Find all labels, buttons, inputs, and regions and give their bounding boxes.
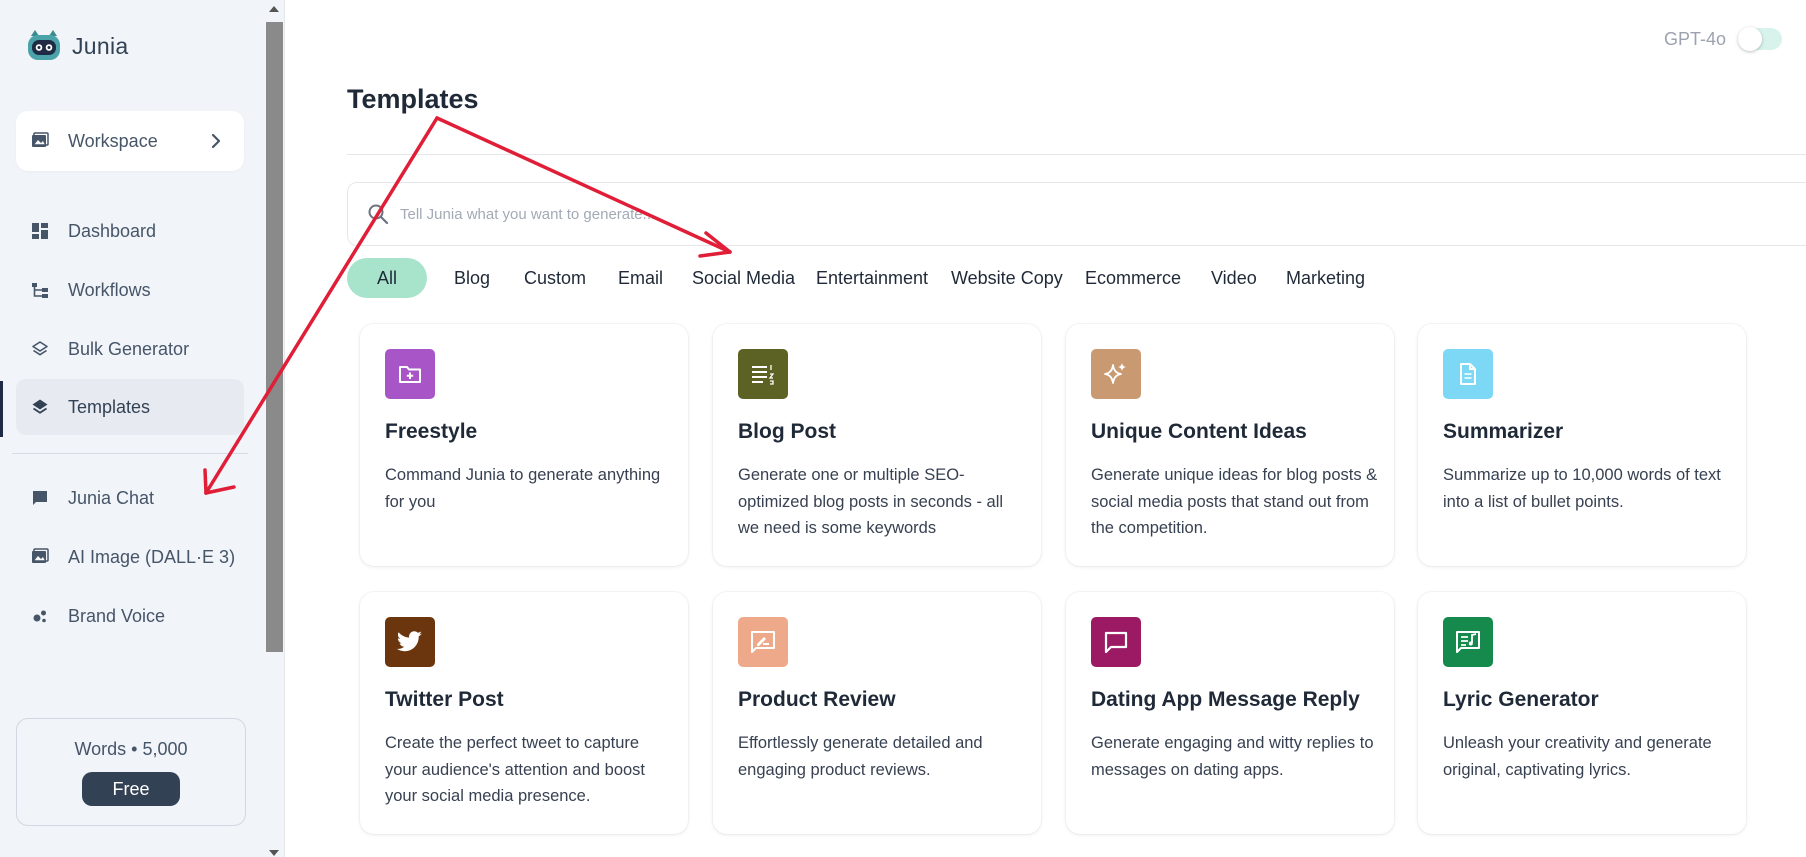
- card-description: Unleash your creativity and generate ori…: [1443, 734, 1712, 779]
- workflows-icon: [30, 280, 50, 300]
- card-description: Create the perfect tweet to capture your…: [385, 734, 646, 805]
- card-title: Dating App Message Reply: [1091, 688, 1360, 711]
- tab-website-copy[interactable]: Website Copy: [951, 258, 1063, 298]
- card-description: Generate one or multiple SEO-optimized b…: [738, 466, 1004, 537]
- word-count: Words • 5,000: [74, 739, 188, 759]
- junia-logo-icon: [28, 30, 60, 60]
- page-title: Templates: [347, 84, 479, 114]
- template-card-dating-app-message-reply[interactable]: Dating App Message Reply Generate engagi…: [1066, 592, 1394, 834]
- template-card-unique-content-ideas[interactable]: Unique Content Ideas Generate unique ide…: [1066, 324, 1394, 566]
- scroll-up-icon[interactable]: [269, 6, 279, 12]
- sidebar-divider: [12, 453, 248, 454]
- sidebar-item-junia-chat[interactable]: Junia Chat: [16, 470, 244, 526]
- card-title: Freestyle: [385, 420, 478, 443]
- image-icon: [30, 547, 50, 567]
- layers-icon: [30, 339, 50, 359]
- card-description: Effortlessly generate detailed and engag…: [738, 734, 983, 779]
- template-card-summarizer[interactable]: Summarizer Summarize up to 10,000 words …: [1418, 324, 1746, 566]
- logo[interactable]: Junia: [24, 28, 128, 64]
- tab-ecommerce[interactable]: Ecommerce: [1085, 258, 1181, 298]
- sidebar-item-label: AI Image (DALL·E 3): [68, 546, 236, 567]
- message-icon: [1091, 617, 1141, 667]
- twitter-icon: [385, 617, 435, 667]
- dashboard-icon: [30, 221, 50, 241]
- card-title: Blog Post: [738, 420, 836, 443]
- folder-plus-icon: [385, 349, 435, 399]
- tab-blog[interactable]: Blog: [454, 258, 490, 298]
- sidebar: Junia Workspace Dashboard Workflows Bulk…: [0, 0, 266, 857]
- plan-badge[interactable]: Free: [82, 772, 180, 806]
- sidebar-item-bulk-generator[interactable]: Bulk Generator: [16, 321, 244, 377]
- template-card-blog-post[interactable]: Blog Post Generate one or multiple SEO-o…: [713, 324, 1041, 566]
- card-title: Unique Content Ideas: [1091, 420, 1307, 443]
- card-title: Summarizer: [1443, 420, 1564, 443]
- card-title: Twitter Post: [385, 688, 504, 711]
- tab-marketing[interactable]: Marketing: [1286, 258, 1365, 298]
- template-card-product-review[interactable]: Product Review Effortlessly generate det…: [713, 592, 1041, 834]
- card-description: Summarize up to 10,000 words of text int…: [1443, 466, 1721, 511]
- card-description: Generate unique ideas for blog posts & s…: [1091, 466, 1378, 537]
- list-numbered-icon: [738, 349, 788, 399]
- sparkles-icon: [1091, 349, 1141, 399]
- toggle-knob: [1738, 27, 1763, 51]
- document-icon: [1443, 349, 1493, 399]
- title-divider: [347, 154, 1806, 155]
- tab-social-media[interactable]: Social Media: [692, 258, 795, 298]
- card-title: Lyric Generator: [1443, 688, 1599, 711]
- layers-filled-icon: [30, 397, 50, 417]
- template-card-lyric-generator[interactable]: Lyric Generator Unleash your creativity …: [1418, 592, 1746, 834]
- template-card-twitter-post[interactable]: Twitter Post Create the perfect tweet to…: [360, 592, 688, 834]
- model-toggle[interactable]: GPT-4o: [1664, 27, 1783, 51]
- search-input[interactable]: [398, 204, 1302, 224]
- sidebar-item-workflows[interactable]: Workflows: [16, 262, 244, 318]
- workspace-label: Workspace: [68, 130, 158, 151]
- usage-card: Words • 5,000 Free: [16, 718, 246, 826]
- image-icon: [30, 131, 50, 151]
- lyrics-icon: [1443, 617, 1493, 667]
- tab-email[interactable]: Email: [618, 258, 663, 298]
- sidebar-item-dashboard[interactable]: Dashboard: [16, 203, 244, 259]
- bubbles-icon: [30, 606, 50, 626]
- sidebar-item-label: Bulk Generator: [68, 338, 190, 359]
- sidebar-item-templates[interactable]: Templates: [16, 379, 244, 435]
- card-description: Generate engaging and witty replies to m…: [1091, 734, 1374, 779]
- sidebar-item-label: Dashboard: [68, 220, 157, 241]
- sidebar-item-ai-image[interactable]: AI Image (DALL·E 3): [16, 529, 244, 585]
- sidebar-item-label: Templates: [68, 396, 151, 417]
- model-switch[interactable]: [1738, 27, 1783, 51]
- chevron-right-icon: [211, 133, 221, 149]
- search-icon: [368, 204, 389, 225]
- tab-video[interactable]: Video: [1211, 258, 1257, 298]
- chat-icon: [30, 488, 50, 508]
- tab-custom[interactable]: Custom: [524, 258, 586, 298]
- card-description: Command Junia to generate anything for y…: [385, 466, 661, 511]
- sidebar-item-brand-voice[interactable]: Brand Voice: [16, 588, 244, 644]
- scrollbar-thumb[interactable]: [266, 22, 283, 652]
- sidebar-item-label: Junia Chat: [68, 487, 155, 508]
- rate-review-icon: [738, 617, 788, 667]
- card-title: Product Review: [738, 688, 896, 711]
- template-card-freestyle[interactable]: Freestyle Command Junia to generate anyt…: [360, 324, 688, 566]
- active-indicator: [0, 381, 3, 437]
- sidebar-item-label: Workflows: [68, 279, 151, 300]
- app-name: Junia: [72, 32, 129, 59]
- model-label: GPT-4o: [1664, 28, 1727, 49]
- tab-entertainment[interactable]: Entertainment: [816, 258, 928, 298]
- workspace-button[interactable]: Workspace: [16, 111, 244, 171]
- search-bar[interactable]: [347, 182, 1806, 246]
- sidebar-item-label: Brand Voice: [68, 605, 166, 626]
- scroll-down-icon[interactable]: [269, 850, 279, 856]
- tab-all[interactable]: All: [347, 258, 427, 298]
